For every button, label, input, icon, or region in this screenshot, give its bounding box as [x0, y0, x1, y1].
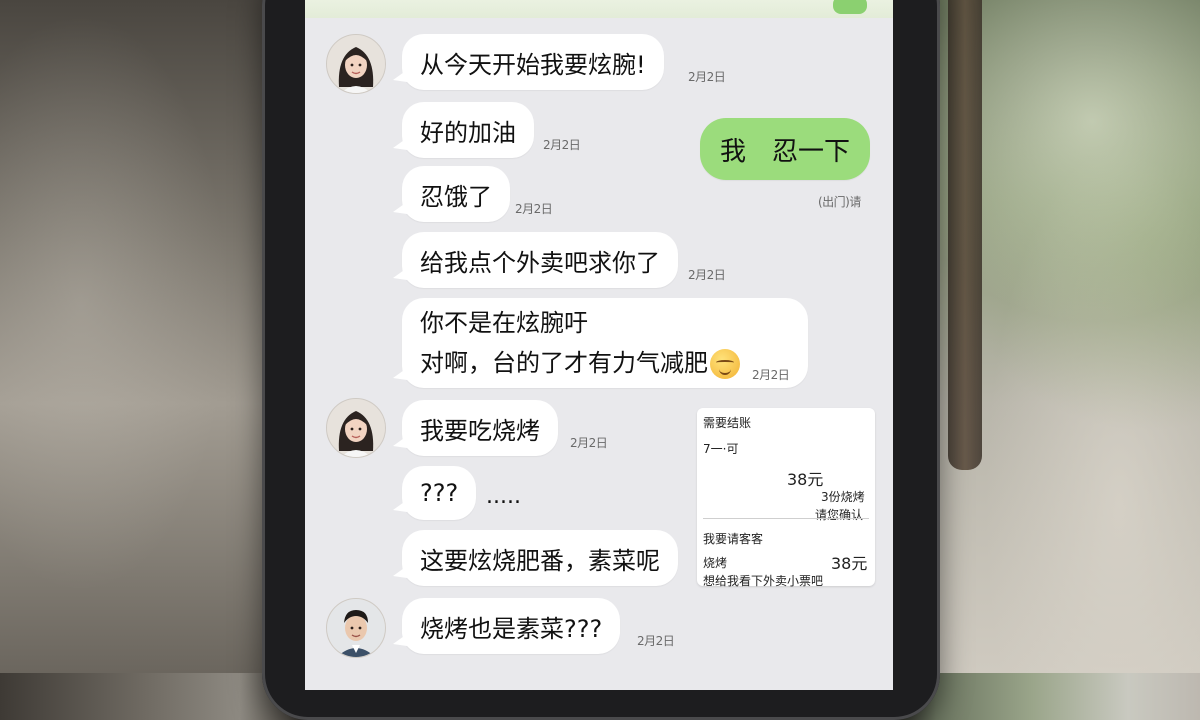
message-timestamp: 2月2日 — [752, 368, 790, 382]
ellipsis-text: ..... — [486, 484, 521, 509]
message-text: 这要炫烧肥番，素菜呢 — [420, 546, 660, 575]
message-bubble-9[interactable]: 这要炫烧肥番，素菜呢 — [393, 530, 678, 586]
message-timestamp: 2月2日 — [688, 268, 726, 282]
message-bubble-4[interactable]: 忍饿了 — [393, 166, 510, 222]
message-bubble-1[interactable]: 从今天开始我要炫腕! — [393, 34, 664, 90]
message-text: 从今天开始我要炫腕! — [420, 50, 646, 79]
boy-avatar[interactable] — [326, 598, 386, 658]
boy-avatar-image — [327, 599, 385, 657]
receipt-label-2: 烧烤 — [703, 556, 728, 570]
message-timestamp: 2月2日 — [688, 70, 726, 84]
girl-avatar-image — [327, 35, 385, 93]
message-text: 好的加油 — [420, 118, 516, 147]
message-timestamp: 2月2日 — [637, 634, 675, 648]
message-text: 我要吃烧烤 — [420, 416, 540, 445]
girl-avatar-image — [327, 399, 385, 457]
receipt-note-2: 请您确认 — [815, 508, 864, 522]
message-text: 给我点个外卖吧求你了 — [420, 248, 660, 277]
receipt-footer: 想给我看下外卖小票吧 — [703, 574, 824, 588]
message-timestamp: (出门)请 — [818, 195, 861, 209]
girl-avatar-2[interactable] — [326, 398, 386, 458]
message-text: 忍饿了 — [420, 182, 492, 211]
top-bar-accent — [833, 0, 867, 14]
message-timestamp: 2月2日 — [515, 202, 553, 216]
message-bubble-8[interactable]: ??? — [392, 466, 477, 520]
message-timestamp: 2月2日 — [570, 436, 608, 450]
receipt-divider — [703, 518, 869, 519]
receipt-title: 需要结账 — [703, 416, 752, 430]
message-timestamp: 2月2日 — [543, 138, 581, 152]
message-text: 烧烤也是素菜??? — [420, 614, 603, 643]
message-line-1: 你不是在炫腕吁 — [420, 309, 588, 337]
receipt-line-1: 7一·可 — [703, 442, 739, 456]
message-bubble-7[interactable]: 我要吃烧烤 — [393, 400, 558, 456]
message-text: ??? — [420, 479, 459, 507]
message-bubble-6[interactable]: 你不是在炫腕吁 对啊，台的了才有力气减肥 — [393, 298, 808, 388]
smiling-face-icon — [710, 349, 740, 379]
message-line-2: 对啊，台的了才有力气减肥 — [420, 343, 740, 383]
receipt-card[interactable]: 需要结账 7一·可 38元 3份烧烤 请您确认 我要请客客 烧烤 38元 想给我… — [697, 408, 875, 588]
message-bubble-10[interactable]: 烧烤也是素菜??? — [392, 598, 621, 654]
receipt-note-1: 3份烧烤 — [821, 490, 865, 504]
girl-avatar[interactable] — [326, 34, 386, 94]
top-bar — [305, 0, 893, 18]
tree-trunk — [948, 0, 982, 470]
message-bubble-3-outgoing[interactable]: 我 忍一下 — [700, 118, 871, 180]
receipt-amount-1: 38元 — [787, 470, 824, 489]
message-text: 我 忍一下 — [720, 136, 851, 167]
message-bubble-2[interactable]: 好的加油 — [393, 102, 534, 158]
message-bubble-5[interactable]: 给我点个外卖吧求你了 — [393, 232, 678, 288]
receipt-amount-2: 38元 — [831, 554, 868, 573]
blurred-background-left — [0, 0, 270, 673]
receipt-section: 我要请客客 — [703, 532, 764, 546]
message-line-2-text: 对啊，台的了才有力气减肥 — [420, 349, 708, 377]
